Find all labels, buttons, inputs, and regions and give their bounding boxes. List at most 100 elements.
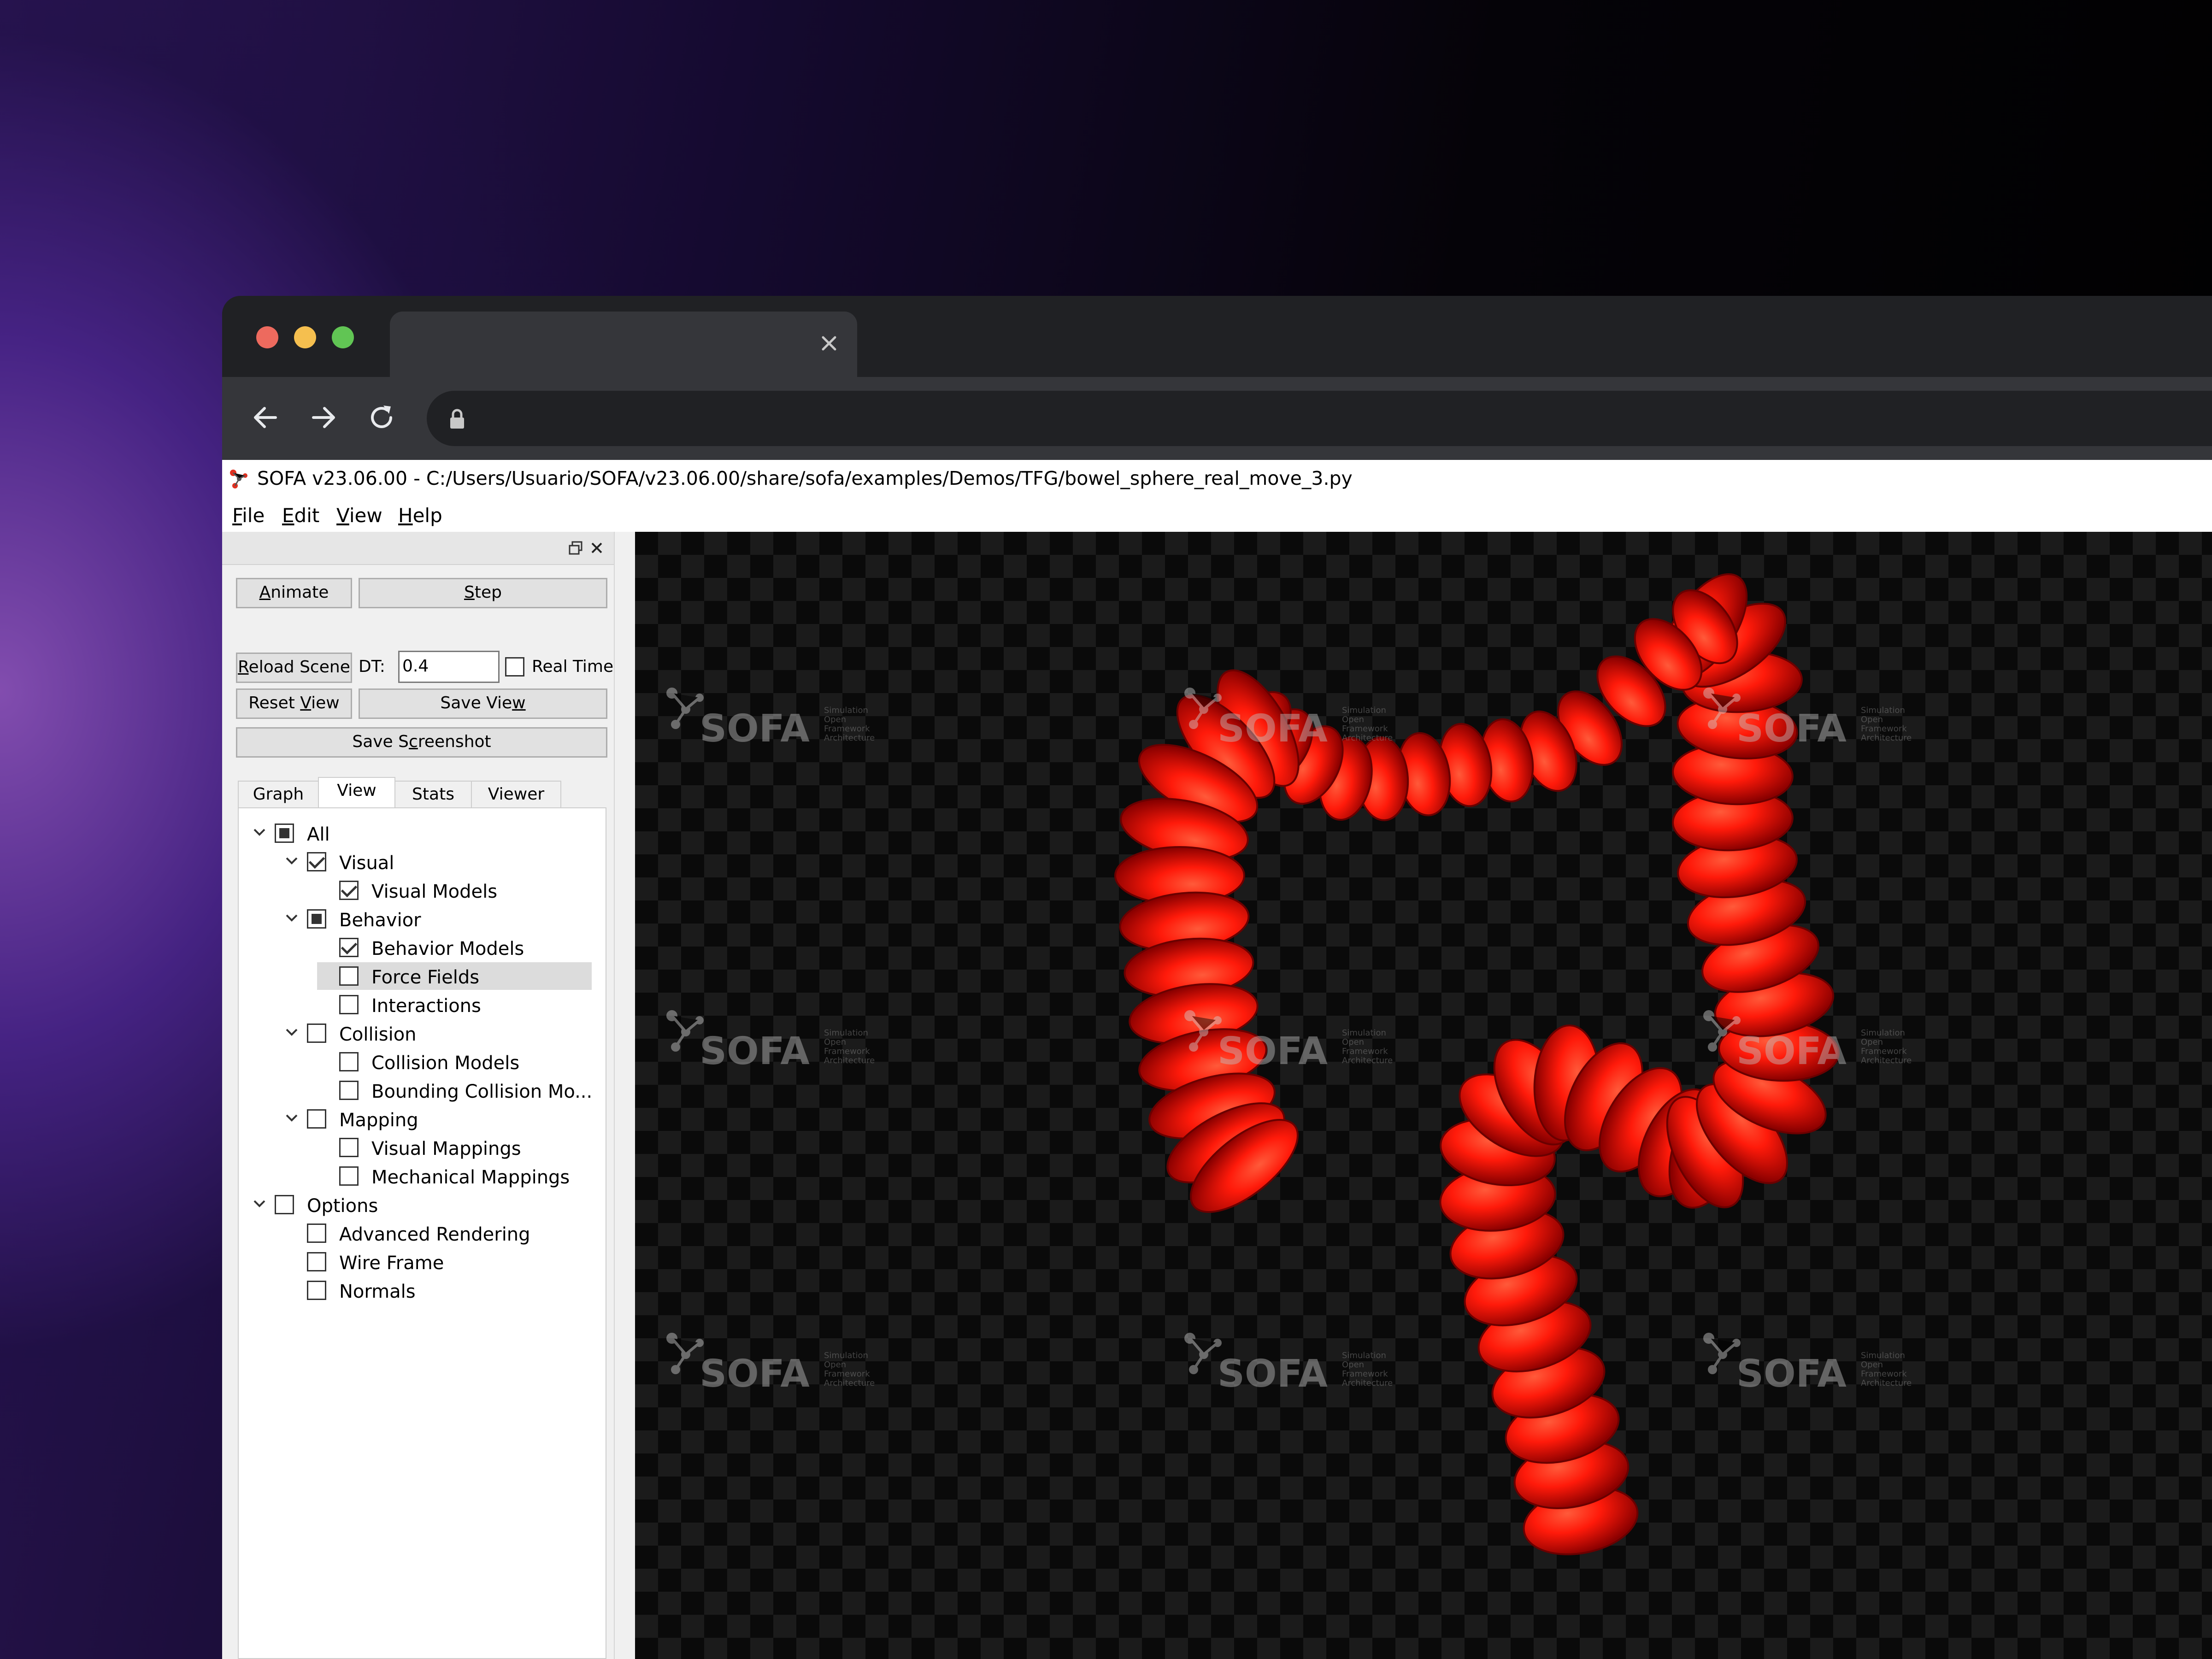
tree-item-advanced-rendering[interactable]: Advanced Rendering	[239, 1219, 606, 1248]
tree-item-bounding-collision-mo[interactable]: Bounding Collision Mo...	[239, 1077, 606, 1105]
tree-checkbox[interactable]	[275, 1195, 294, 1214]
save-view-button[interactable]: Save View	[359, 688, 607, 719]
tree-item-label: All	[307, 824, 330, 845]
window-close-button[interactable]	[256, 326, 278, 348]
watermark-text: SOFA	[1736, 1352, 1847, 1396]
window-minimize-button[interactable]	[294, 326, 316, 348]
sofa-watermark: SOFA Simulation Open Framework Architecture	[1700, 1329, 1930, 1396]
back-arrow-icon[interactable]	[248, 400, 283, 435]
tree-item-label: Options	[307, 1195, 378, 1217]
tree-checkbox[interactable]	[339, 966, 359, 986]
tree-item-mapping[interactable]: Mapping	[239, 1105, 606, 1134]
tree-item-collision-models[interactable]: Collision Models	[239, 1048, 606, 1077]
watermark-text: SOFA	[700, 1352, 810, 1396]
watermark-text: SOFA	[700, 707, 810, 751]
browser-tabstrip	[222, 296, 2212, 377]
tree-item-label: Interactions	[371, 995, 481, 1017]
panel-close-icon[interactable]	[589, 540, 605, 556]
tree-item-force-fields[interactable]: Force Fields	[239, 962, 606, 991]
chevron-down-icon[interactable]	[285, 1112, 299, 1124]
tree-item-label: Mechanical Mappings	[371, 1167, 570, 1188]
realtime-label: Real Time	[532, 657, 614, 676]
realtime-checkbox[interactable]	[505, 657, 524, 677]
tree-item-wire-frame[interactable]: Wire Frame	[239, 1248, 606, 1277]
tree-checkbox[interactable]	[339, 995, 359, 1014]
tree-checkbox[interactable]	[339, 1138, 359, 1157]
tree-item-label: Bounding Collision Mo...	[371, 1081, 593, 1102]
animate-button[interactable]: Animate	[236, 578, 352, 608]
menu-view[interactable]: View	[336, 504, 382, 527]
tree-item-visual[interactable]: Visual	[239, 848, 606, 877]
tree-checkbox[interactable]	[307, 1224, 326, 1243]
menu-help[interactable]: Help	[398, 504, 442, 527]
tree-item-label: Wire Frame	[339, 1253, 444, 1274]
tree-checkbox[interactable]	[307, 1109, 326, 1129]
watermark-text: SOFA	[1218, 1352, 1328, 1396]
watermark-subtext: Simulation Open Framework Architecture	[1342, 1351, 1393, 1388]
step-button[interactable]: Step	[359, 578, 607, 608]
tab-view[interactable]: View	[318, 777, 395, 808]
chevron-down-icon[interactable]	[285, 1027, 299, 1038]
sofa-watermark: SOFA Simulation Open Framework Architecture	[1181, 684, 1411, 751]
browser-tab[interactable]	[390, 312, 857, 377]
chevron-down-icon[interactable]	[285, 855, 299, 866]
tree-item-interactions[interactable]: Interactions	[239, 991, 606, 1019]
tree-item-collision[interactable]: Collision	[239, 1019, 606, 1048]
watermark-text: SOFA	[1736, 707, 1847, 751]
sofa-watermark: SOFA Simulation Open Framework Architecture	[663, 1006, 893, 1073]
tree-checkbox[interactable]	[339, 881, 359, 900]
tab-close-icon[interactable]	[818, 332, 841, 355]
tree-checkbox[interactable]	[339, 1166, 359, 1186]
tree-item-mechanical-mappings[interactable]: Mechanical Mappings	[239, 1162, 606, 1191]
tree-checkbox[interactable]	[307, 1252, 326, 1271]
tree-item-label: Normals	[339, 1281, 416, 1302]
chevron-down-icon[interactable]	[285, 912, 299, 924]
chevron-down-icon[interactable]	[253, 827, 266, 838]
tree-checkbox[interactable]	[339, 938, 359, 957]
app-titlebar: SOFA v23.06.00 - C:/Users/Usuario/SOFA/v…	[222, 460, 2212, 500]
tree-item-normals[interactable]: Normals	[239, 1277, 606, 1305]
sofa-watermark: SOFA Simulation Open Framework Architecture	[1181, 1006, 1411, 1073]
tab-graph[interactable]: Graph	[238, 781, 319, 807]
watermark-text: SOFA	[1218, 707, 1328, 751]
tree-checkbox[interactable]	[307, 1281, 326, 1300]
reload-scene-button[interactable]: Reload Scene	[236, 653, 352, 683]
watermark-subtext: Simulation Open Framework Architecture	[1861, 706, 1912, 743]
undock-icon[interactable]	[568, 540, 583, 556]
dt-input[interactable]: 0.4	[398, 651, 500, 683]
watermark-subtext: Simulation Open Framework Architecture	[824, 706, 875, 743]
reload-icon[interactable]	[364, 400, 399, 435]
tree-checkbox[interactable]	[307, 909, 326, 929]
reset-view-button[interactable]: Reset View	[236, 688, 352, 719]
watermark-text: SOFA	[700, 1030, 810, 1073]
address-bar[interactable]	[427, 391, 2212, 446]
forward-arrow-icon[interactable]	[306, 400, 341, 435]
menu-edit[interactable]: Edit	[282, 504, 319, 527]
tree-checkbox[interactable]	[307, 1024, 326, 1043]
tree-item-visual-mappings[interactable]: Visual Mappings	[239, 1134, 606, 1162]
view-options-tree: All Visual Visual Models Behavior Behavior M…	[238, 807, 606, 1659]
menu-file[interactable]: File	[232, 504, 265, 527]
chevron-down-icon[interactable]	[253, 1198, 266, 1209]
tree-checkbox[interactable]	[339, 1081, 359, 1100]
tree-item-options[interactable]: Options	[239, 1191, 606, 1219]
tree-item-behavior-models[interactable]: Behavior Models	[239, 934, 606, 962]
3d-viewport[interactable]: SOFA Simulation Open Framework Architecture S…	[635, 532, 2212, 1659]
tree-item-behavior[interactable]: Behavior	[239, 905, 606, 934]
tab-stats[interactable]: Stats	[394, 781, 472, 807]
watermark-subtext: Simulation Open Framework Architecture	[1342, 706, 1393, 743]
tree-checkbox[interactable]	[275, 824, 294, 843]
tree-item-label: Visual Mappings	[371, 1138, 521, 1159]
tree-item-visual-models[interactable]: Visual Models	[239, 877, 606, 905]
tree-checkbox[interactable]	[307, 852, 326, 871]
watermark-subtext: Simulation Open Framework Architecture	[824, 1028, 875, 1065]
tree-item-label: Collision	[339, 1024, 417, 1045]
tree-item-all[interactable]: All	[239, 819, 606, 848]
tree-checkbox[interactable]	[339, 1052, 359, 1071]
save-screenshot-button[interactable]: Save Screenshot	[236, 727, 607, 758]
sofa-watermark: SOFA Simulation Open Framework Architecture	[663, 684, 893, 751]
tab-viewer[interactable]: Viewer	[471, 781, 561, 807]
sofa-app-icon	[230, 470, 247, 488]
tree-item-label: Behavior Models	[371, 938, 524, 959]
window-maximize-button[interactable]	[332, 326, 354, 348]
